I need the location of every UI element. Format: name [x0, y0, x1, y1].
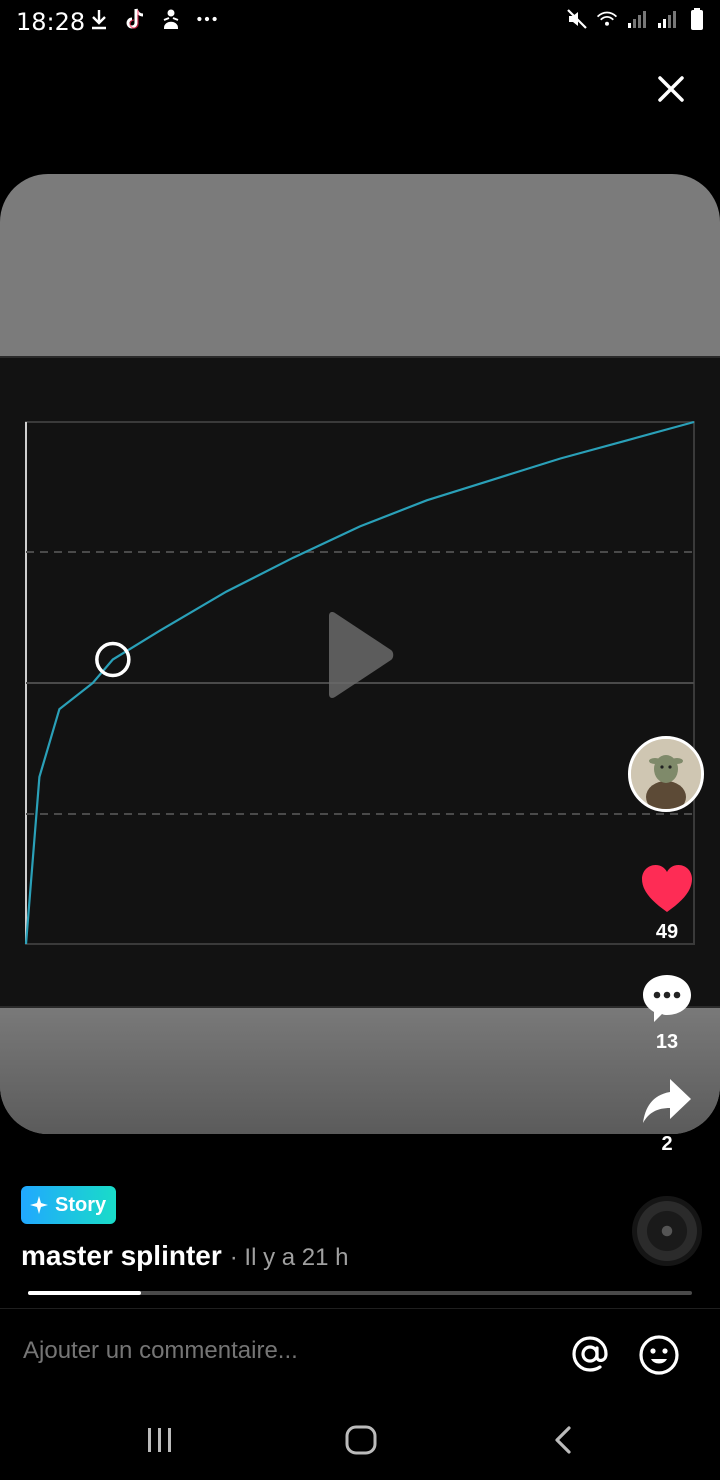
mute-icon — [566, 8, 588, 30]
share-button[interactable]: 2 — [627, 1076, 707, 1156]
at-icon — [572, 1336, 608, 1372]
home-icon — [345, 1425, 377, 1455]
wifi-icon — [596, 8, 618, 30]
like-count: 49 — [655, 921, 679, 943]
comment-button[interactable]: 13 — [627, 972, 707, 1054]
comment-icon — [643, 975, 691, 1022]
sparkle-icon — [30, 1196, 48, 1214]
recents-button[interactable] — [135, 1420, 185, 1460]
video-letterbox-bottom — [0, 1004, 720, 1134]
story-badge-label: Story — [55, 1193, 107, 1216]
back-button[interactable] — [538, 1420, 588, 1460]
status-left-icons — [88, 8, 218, 30]
recents-icon — [148, 1428, 171, 1452]
divider — [0, 1308, 720, 1309]
battery-icon — [686, 8, 708, 30]
mention-button[interactable] — [570, 1334, 610, 1374]
emoji-button[interactable] — [638, 1334, 680, 1376]
share-count: 2 — [661, 1133, 673, 1155]
status-right-icons — [566, 8, 708, 30]
close-icon — [658, 76, 684, 102]
comment-count: 13 — [655, 1031, 679, 1053]
home-button[interactable] — [336, 1420, 386, 1460]
author-line: master splinter · Il y a 21 h — [21, 1240, 348, 1272]
story-badge[interactable]: Story — [21, 1186, 117, 1224]
video-progress-bar[interactable] — [28, 1291, 692, 1295]
status-time: 18:28 — [16, 8, 86, 36]
video-player[interactable] — [0, 174, 720, 1134]
close-button[interactable] — [652, 70, 690, 108]
signal-icon — [656, 8, 678, 30]
download-icon — [88, 8, 110, 30]
share-icon — [643, 1079, 691, 1123]
video-progress-fill — [28, 1291, 141, 1295]
person-icon — [160, 8, 182, 30]
avatar-image — [631, 739, 701, 809]
like-button[interactable]: 49 — [627, 864, 707, 944]
tiktok-icon — [124, 8, 146, 30]
navigation-bar — [0, 1400, 720, 1480]
creator-avatar[interactable] — [628, 736, 704, 812]
play-icon — [329, 612, 394, 698]
more-dots-icon — [196, 8, 218, 30]
signal-icon — [626, 8, 648, 30]
comment-input[interactable] — [21, 1336, 545, 1366]
back-icon — [555, 1426, 571, 1454]
post-time: · Il y a 21 h — [229, 1244, 349, 1271]
play-button[interactable] — [323, 610, 397, 700]
author-name[interactable]: master splinter — [21, 1240, 222, 1272]
heart-icon — [642, 865, 692, 912]
status-bar: 18:28 — [0, 0, 720, 44]
music-disc[interactable] — [632, 1196, 702, 1266]
emoji-icon — [639, 1335, 679, 1375]
